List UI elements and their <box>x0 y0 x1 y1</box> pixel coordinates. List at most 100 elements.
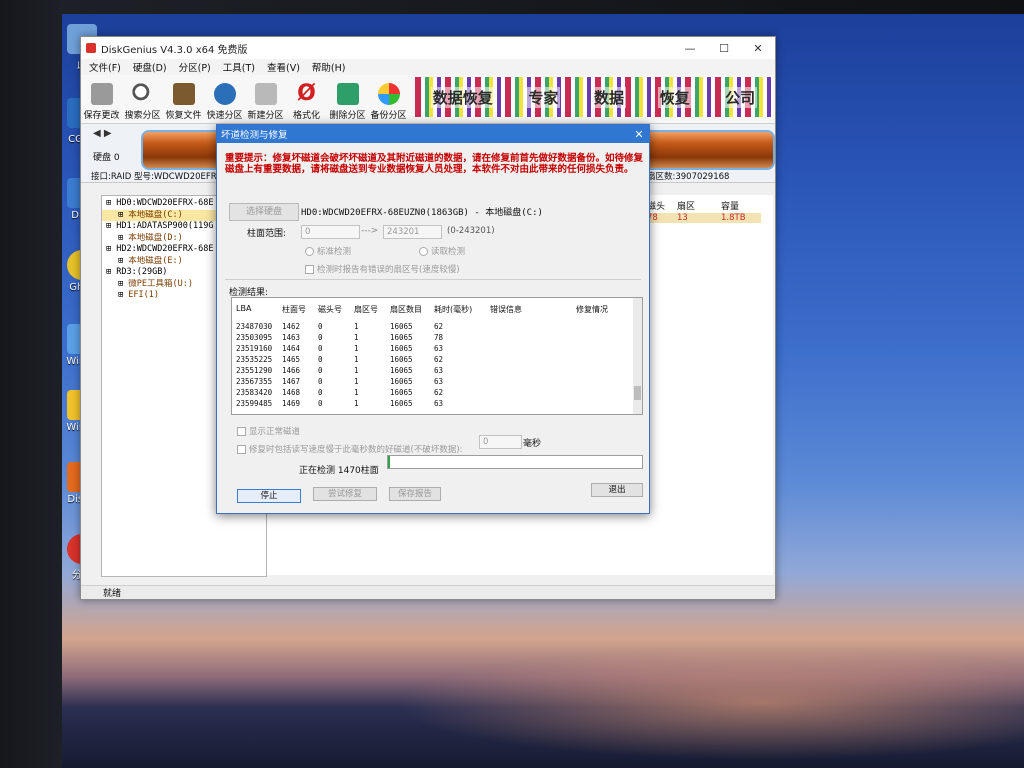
checkbox-icon <box>237 426 246 436</box>
maximize-button[interactable]: ☐ <box>707 42 741 55</box>
expand-icon[interactable]: ⊞ <box>106 198 116 208</box>
disk-nav-arrows[interactable]: ◀ ▶ <box>93 128 112 139</box>
ad-banner[interactable]: 数据恢复 专家 数据 恢复 公司 <box>415 77 773 117</box>
toolbar: 保存更改 搜索分区 恢复文件 快速分区 新建分区 Ø 格式化 删除分区 备份分区 … <box>81 75 775 124</box>
menu-partition[interactable]: 分区(P) <box>173 59 217 75</box>
bad-sector-dialog: 坏道检测与修复 ✕ 重要提示：修复坏磁道会破坏坏磁道及其附近磁道的数据，请在修复… <box>216 124 650 514</box>
new-partition-button[interactable]: 新建分区 <box>245 83 286 123</box>
disk-sector-count: 扇区数:3907029168 <box>647 172 730 182</box>
stop-button[interactable]: 停止 <box>237 489 301 503</box>
title-bar[interactable]: DiskGenius V4.3.0 x64 免费版 — ☐ ✕ <box>81 37 775 59</box>
save-changes-button[interactable]: 保存更改 <box>81 83 122 123</box>
tree-node-label: 本地磁盘(D:) <box>128 232 183 243</box>
table-row[interactable]: 23551290 1466 0 1 16065 63 <box>236 366 490 375</box>
table-cell: 1 <box>354 333 359 342</box>
format-button[interactable]: Ø 格式化 <box>286 83 327 123</box>
table-row[interactable]: 23583420 1468 0 1 16065 62 <box>236 388 490 397</box>
recover-icon <box>172 83 195 105</box>
close-button[interactable]: ✕ <box>741 42 775 55</box>
checkbox-icon <box>305 264 314 274</box>
expand-icon[interactable]: ⊞ <box>106 221 116 231</box>
menu-bar: 文件(F) 硬盘(D) 分区(P) 工具(T) 查看(V) 帮助(H) <box>81 59 775 75</box>
try-repair-button[interactable]: 尝试修复 <box>313 487 377 501</box>
status-bar: 就绪 <box>81 585 775 599</box>
col-repair: 修复情况 <box>576 305 608 314</box>
radio-standard-check[interactable]: 标准检测 <box>305 245 351 257</box>
scroll-thumb[interactable] <box>634 386 641 400</box>
show-normal-checkbox[interactable]: 显示正常磁道 <box>237 425 300 437</box>
expand-icon[interactable]: ⊞ <box>106 244 116 254</box>
col-sector-count: 扇区数目 <box>390 305 422 314</box>
save-icon <box>90 83 113 105</box>
expand-icon[interactable]: ⊞ <box>118 233 128 243</box>
table-cell: 0 <box>318 366 323 375</box>
selected-disk-description: HD0:WDCWD20EFRX-68EUZN0(1863GB) - 本地磁盘(C… <box>301 208 543 218</box>
table-cell: 78 <box>434 333 444 342</box>
quick-partition-icon <box>213 83 236 105</box>
ms-unit-label: 毫秒 <box>523 439 542 449</box>
partition-row[interactable]: 78 13 1.8TB <box>647 213 761 223</box>
tree-node-label: 微PE工具箱(U:) <box>128 278 193 289</box>
table-cell: 1 <box>354 388 359 397</box>
tree-node-label: HD0:WDCWD20EFRX-68E <box>116 198 214 208</box>
format-icon: Ø <box>297 81 316 106</box>
repair-slow-checkbox[interactable]: 修复时包括读写速度慢于此毫秒数的好磁道(不破坏数据): <box>237 443 463 455</box>
table-row[interactable]: 23599485 1469 0 1 16065 63 <box>236 399 490 408</box>
table-row[interactable]: 23567355 1467 0 1 16065 63 <box>236 377 490 386</box>
partition-column-headers: 磁头 扇区 容量 <box>647 199 761 212</box>
backup-partition-button[interactable]: 备份分区 <box>368 83 409 123</box>
select-disk-button[interactable]: 选择硬盘 <box>229 203 299 221</box>
table-cell: 23487030 <box>236 322 273 331</box>
table-cell: 63 <box>434 377 444 386</box>
results-scrollbar[interactable] <box>633 298 642 414</box>
report-sectors-checkbox[interactable]: 检测时报告有错误的扇区号(速度较慢) <box>305 263 460 275</box>
radio-read-check[interactable]: 读取检测 <box>419 245 465 257</box>
expand-icon[interactable]: ⊞ <box>118 256 128 266</box>
table-cell: 0 <box>318 344 323 353</box>
dialog-title-bar[interactable]: 坏道检测与修复 ✕ <box>217 125 649 143</box>
table-row[interactable]: 23535225 1465 0 1 16065 62 <box>236 355 490 364</box>
exit-button[interactable]: 退出 <box>591 483 643 497</box>
expand-icon[interactable]: ⊞ <box>118 279 128 289</box>
recover-files-button[interactable]: 恢复文件 <box>163 83 204 123</box>
table-row[interactable]: 23487030 1462 0 1 16065 62 <box>236 322 490 331</box>
table-row[interactable]: 23519160 1464 0 1 16065 63 <box>236 344 490 353</box>
menu-tools[interactable]: 工具(T) <box>217 59 261 75</box>
table-cell: 62 <box>434 355 444 364</box>
menu-disk[interactable]: 硬盘(D) <box>127 59 173 75</box>
tree-node-label: HD1:ADATASP900(119G <box>116 221 214 231</box>
quick-partition-button[interactable]: 快速分区 <box>204 83 245 123</box>
search-partition-button[interactable]: 搜索分区 <box>122 83 163 123</box>
cylinder-from-input[interactable]: 0 <box>301 225 360 239</box>
expand-icon[interactable]: ⊞ <box>118 290 128 300</box>
delete-partition-button[interactable]: 删除分区 <box>327 83 368 123</box>
table-cell: 23503095 <box>236 333 273 342</box>
col-error: 错误信息 <box>490 305 522 314</box>
expand-icon[interactable]: ⊞ <box>106 267 116 277</box>
table-cell: 1464 <box>282 344 301 353</box>
table-cell: 1467 <box>282 377 301 386</box>
save-report-button[interactable]: 保存报告 <box>389 487 441 501</box>
table-cell: 0 <box>318 377 323 386</box>
table-cell: 16065 <box>390 344 413 353</box>
cell-heads: 78 <box>647 213 658 223</box>
minimize-button[interactable]: — <box>673 42 707 55</box>
table-cell: 16065 <box>390 322 413 331</box>
cylinder-to-input[interactable]: 243201 <box>383 225 442 239</box>
ms-threshold-input[interactable]: 0 <box>479 435 522 449</box>
table-cell: 1462 <box>282 322 301 331</box>
table-cell: 16065 <box>390 366 413 375</box>
check-progress-bar <box>387 455 643 469</box>
results-table[interactable]: LBA 柱面号 磁头号 扇区号 扇区数目 耗时(毫秒) 错误信息 修复情况 23… <box>231 297 643 415</box>
table-row[interactable]: 23503095 1463 0 1 16065 78 <box>236 333 490 342</box>
dialog-close-icon[interactable]: ✕ <box>629 128 649 141</box>
divider <box>225 279 641 280</box>
menu-view[interactable]: 查看(V) <box>261 59 306 75</box>
menu-file[interactable]: 文件(F) <box>83 59 127 75</box>
menu-help[interactable]: 帮助(H) <box>306 59 352 75</box>
expand-icon[interactable]: ⊞ <box>118 210 128 220</box>
table-cell: 0 <box>318 399 323 408</box>
trash-icon <box>336 83 359 105</box>
col-heads: 磁头 <box>647 202 666 212</box>
table-cell: 16065 <box>390 399 413 408</box>
